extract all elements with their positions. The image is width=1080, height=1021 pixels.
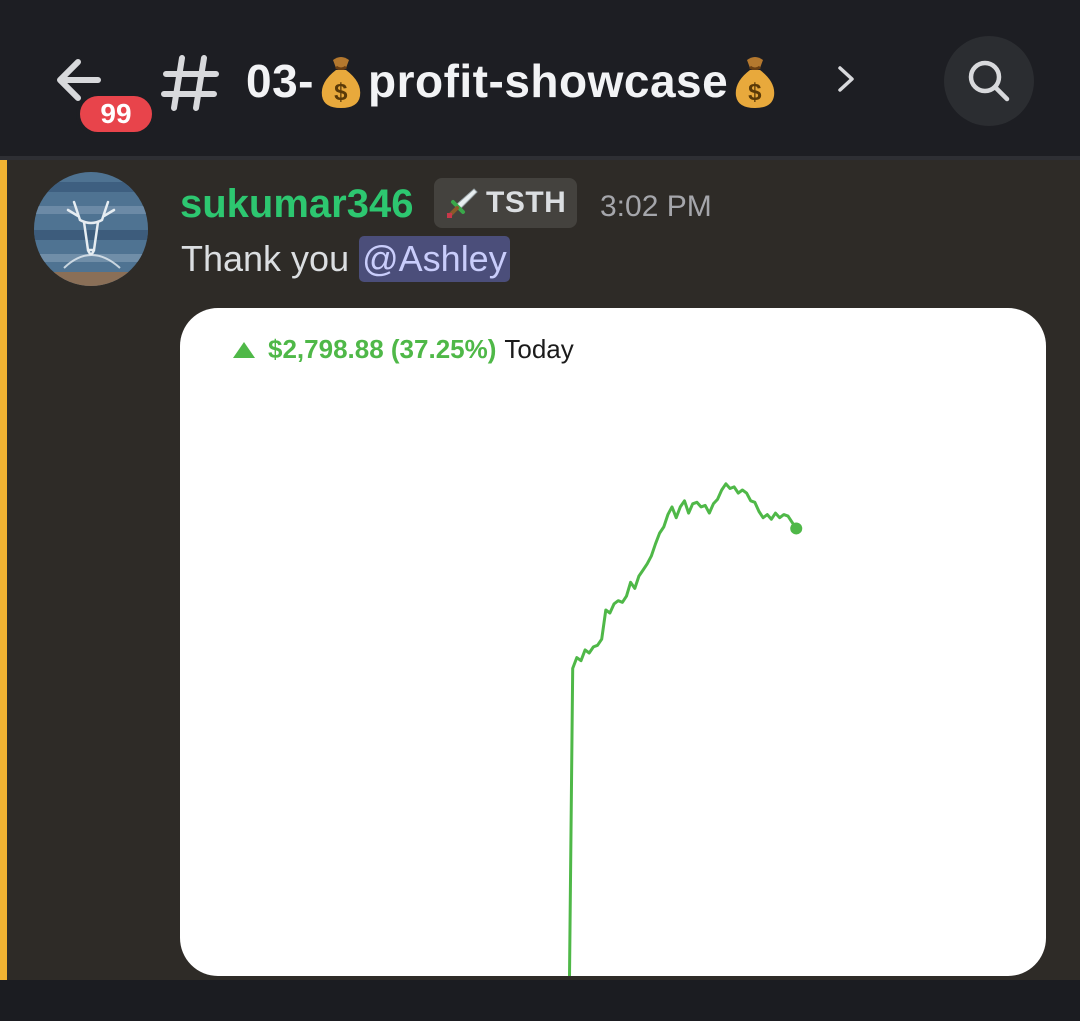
period-label: Today [504, 334, 574, 364]
gain-amount: $2,798.88 (37.25%) [268, 334, 497, 364]
search-button[interactable] [944, 36, 1034, 126]
image-attachment[interactable]: $2,798.88 (37.25%) Today [180, 308, 1046, 976]
channel-name-main: profit-showcase [367, 55, 729, 107]
unread-badge: 99 [76, 92, 156, 136]
moneybag-icon: $ [735, 57, 775, 108]
channel-name-prefix: 03- [246, 55, 314, 107]
sword-icon [447, 188, 478, 218]
svg-text:$: $ [334, 79, 348, 106]
avatar[interactable] [34, 172, 148, 286]
channel-title[interactable]: 03- $ profit-showcase $ [246, 46, 782, 116]
svg-text:$: $ [748, 79, 762, 106]
role-tag-label: TSTH [486, 186, 567, 219]
search-icon [968, 60, 1010, 102]
message-text: Thank you [181, 238, 350, 279]
channel-header: 99 03- $ profit-showcase $ [0, 0, 1080, 158]
portfolio-chart [568, 482, 803, 976]
last-point-marker [790, 522, 803, 535]
moneybag-icon: $ [321, 57, 361, 108]
chevron-right-icon[interactable] [834, 62, 858, 96]
role-tag[interactable]: TSTH [434, 178, 577, 228]
message-content: Thank you @Ashley [181, 236, 510, 282]
hash-icon [161, 55, 219, 111]
username[interactable]: sukumar346 [180, 180, 413, 228]
message-list: sukumar346 TSTH 3:02 PM Thank you @Ashle… [0, 160, 1080, 980]
bottom-bar [0, 980, 1080, 1021]
chart-header: $2,798.88 (37.25%) Today [232, 334, 574, 365]
avatar-image [34, 172, 148, 286]
triangle-up-icon [233, 341, 255, 358]
mention-highlight-bar [0, 160, 7, 980]
series-line [568, 482, 798, 976]
user-mention[interactable]: @Ashley [359, 236, 510, 282]
timestamp: 3:02 PM [600, 190, 712, 223]
